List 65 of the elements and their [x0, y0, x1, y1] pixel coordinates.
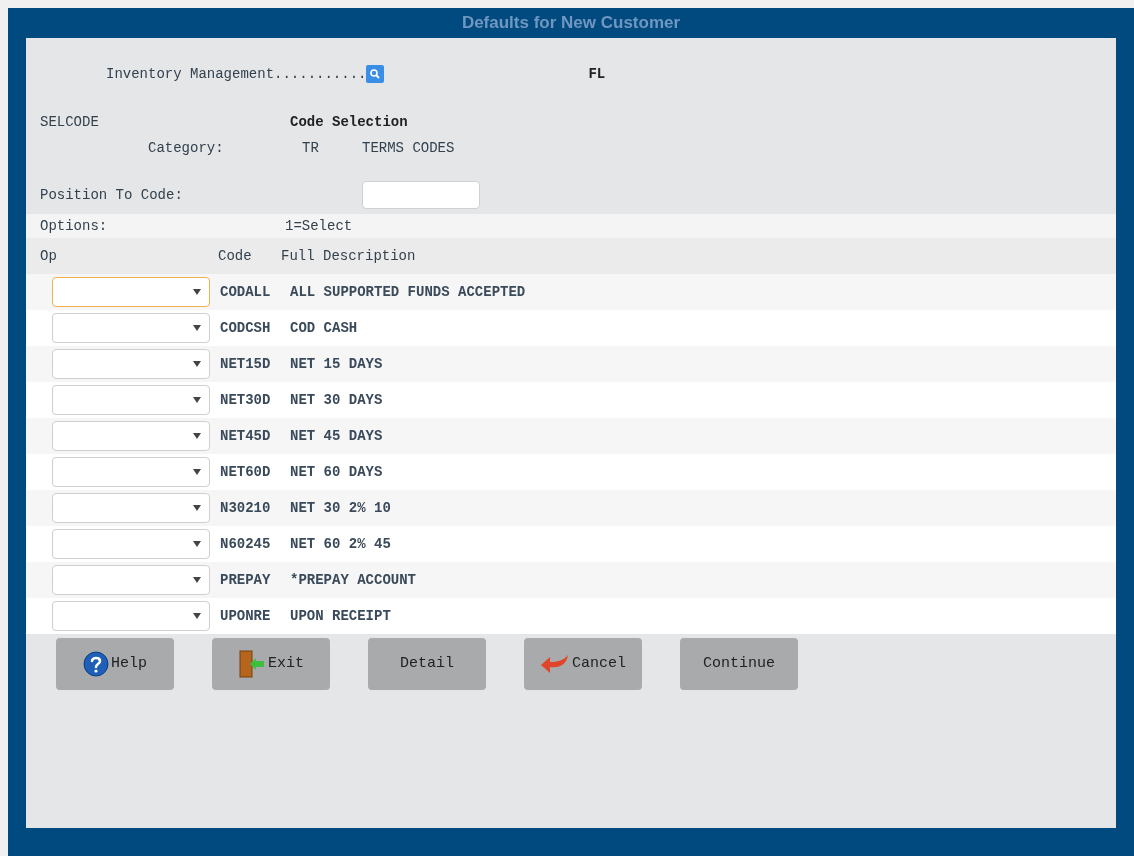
caret-icon [193, 505, 201, 511]
code-cell-text: N30210 [220, 498, 272, 518]
action-button[interactable]: Help [56, 638, 174, 690]
description-cell-text: NET 45 DAYS [290, 426, 383, 446]
search-button[interactable] [366, 65, 385, 83]
description-cell-text: NET 30 2% 10 [290, 498, 391, 518]
option-dropdown[interactable] [52, 493, 210, 523]
caret-icon [193, 325, 201, 331]
curved-arrow-icon [540, 652, 570, 676]
caret-icon [193, 577, 201, 583]
code-cell-text: CODALL [220, 282, 272, 302]
code-cell-text: PREPAY [220, 570, 272, 590]
option-dropdown[interactable] [52, 277, 210, 307]
caret-icon [193, 397, 201, 403]
code-cell-text: NET30D [220, 390, 272, 410]
description-cell-text: COD CASH [290, 318, 358, 338]
state-code: FL [588, 64, 606, 84]
caret-icon [193, 613, 201, 619]
position-input-field[interactable] [362, 181, 480, 209]
caret-icon [193, 289, 201, 295]
description-cell-text: NET 15 DAYS [290, 354, 383, 374]
question-mark-icon [83, 651, 109, 677]
column-header: Code [218, 246, 253, 266]
action-button[interactable]: Cancel [524, 638, 642, 690]
program-name: SELCODE [40, 112, 100, 132]
option-dropdown[interactable] [52, 313, 210, 343]
code-cell-text: NET45D [220, 426, 272, 446]
search-icon [370, 69, 381, 79]
category-label: Category: [148, 138, 225, 158]
code-cell-text: CODCSH [220, 318, 272, 338]
description-cell-text: UPON RECEIPT [290, 606, 391, 626]
category-code: TR [302, 138, 320, 158]
description-cell-text: NET 30 DAYS [290, 390, 383, 410]
door-arrow-icon [238, 649, 266, 679]
option-dropdown[interactable] [52, 601, 210, 631]
column-header: Op [40, 246, 58, 266]
code-cell-text: UPONRE [220, 606, 272, 626]
action-button[interactable]: Continue [680, 638, 798, 690]
option-dropdown[interactable] [52, 457, 210, 487]
options-legend: 1=Select [285, 215, 353, 237]
description-cell-text: ALL SUPPORTED FUNDS ACCEPTED [290, 282, 526, 302]
caret-icon [193, 433, 201, 439]
options-label: Options: [40, 216, 109, 236]
description-cell-text: NET 60 2% 45 [290, 534, 391, 554]
code-cell-text: NET60D [220, 462, 272, 482]
window-title: Defaults for New Customer [461, 12, 681, 35]
column-header: Full Description [281, 246, 416, 266]
position-label: Position To Code: [40, 185, 184, 205]
code-cell-text: NET15D [220, 354, 272, 374]
caret-icon [193, 361, 201, 367]
option-dropdown[interactable] [52, 565, 210, 595]
description-cell-text: *PREPAY ACCOUNT [290, 570, 417, 590]
screen-title: Code Selection [290, 112, 408, 132]
action-button[interactable]: Exit [212, 638, 330, 690]
module-label: Inventory Management........... [106, 64, 367, 84]
action-button[interactable]: Detail [368, 638, 486, 690]
description-cell-text: NET 60 DAYS [290, 462, 383, 482]
caret-icon [193, 541, 201, 547]
caret-icon [193, 469, 201, 475]
option-dropdown[interactable] [52, 529, 210, 559]
category-name: TERMS CODES [362, 138, 455, 158]
option-dropdown[interactable] [52, 385, 210, 415]
option-dropdown[interactable] [52, 421, 210, 451]
code-cell-text: N60245 [220, 534, 272, 554]
option-dropdown[interactable] [52, 349, 210, 379]
